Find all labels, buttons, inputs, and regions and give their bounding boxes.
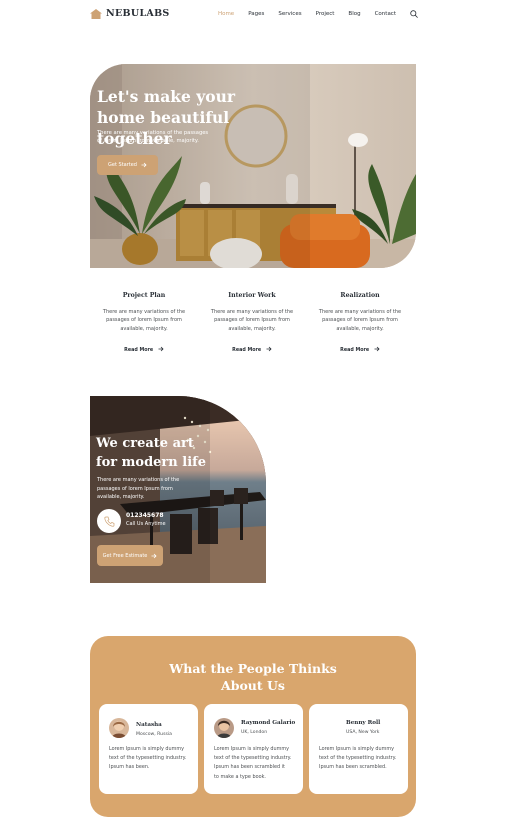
- art-subtitle-line: passages of lorem Ipsum from: [97, 485, 173, 492]
- service-card-realization: Realization There are many variations of…: [306, 292, 414, 353]
- testimonial-location: Moscow, Russia: [136, 732, 172, 737]
- nav-home[interactable]: Home: [218, 11, 234, 17]
- arrow-right-icon: [141, 162, 147, 168]
- service-text-line: There are many variations of the: [210, 309, 294, 315]
- get-free-estimate-button[interactable]: Get Free Estimate: [97, 545, 163, 566]
- service-title: Realization: [340, 292, 380, 299]
- nav-blog[interactable]: Blog: [348, 11, 360, 17]
- hero-title-line1: Let's make your: [97, 87, 236, 106]
- testimonial-text: Lorem Ipsum is simply dummy text of the …: [109, 745, 193, 773]
- phone-button[interactable]: [97, 509, 121, 533]
- read-more-label: Read More: [340, 348, 370, 354]
- hero-subtitle: There are many variations of the passage…: [97, 129, 227, 145]
- art-banner-subtitle: There are many variations of the passage…: [97, 476, 197, 502]
- read-more-link[interactable]: Read More: [306, 346, 414, 353]
- testimonial-location: USA, New York: [346, 730, 380, 735]
- art-subtitle-line: There are many variations of the: [97, 477, 180, 483]
- testimonial-card: Raymond Galario UK, London Lorem Ipsum i…: [204, 704, 303, 794]
- service-text-line: available, majority.: [336, 325, 384, 332]
- get-free-estimate-label: Get Free Estimate: [102, 552, 148, 559]
- testimonial-text-line: Lorem Ipsum is simply dummy: [319, 746, 395, 752]
- arrow-right-icon: [266, 346, 272, 352]
- arrow-right-icon: [158, 346, 164, 352]
- testimonials-title-line1: What the People Thinks: [169, 661, 337, 676]
- testimonial-text-line: Ipsum has been scrambled it: [214, 764, 285, 771]
- art-title-line2: for modern life: [96, 455, 206, 470]
- testimonial-text-line: text of the typesetting industry.: [214, 755, 292, 762]
- avatar: [109, 718, 129, 738]
- hero-banner: Let's make your home beautiful together …: [90, 64, 416, 268]
- testimonial-text-line: text of the typesetting industry.: [319, 755, 397, 762]
- read-more-link[interactable]: Read More: [198, 346, 306, 353]
- testimonial-name: Benny Roll: [346, 720, 381, 726]
- brand-name: NEBULABS: [106, 8, 170, 19]
- services-section: Project Plan There are many variations o…: [90, 292, 418, 353]
- testimonials-title-line2: About Us: [221, 678, 285, 693]
- service-description: There are many variations of the passage…: [198, 308, 306, 333]
- service-text-line: passages of lorem Ipsum from: [106, 317, 182, 324]
- service-text-line: available, majority.: [120, 325, 168, 332]
- service-description: There are many variations of the passage…: [90, 308, 198, 333]
- testimonial-location: UK, London: [241, 730, 268, 735]
- avatar: [214, 718, 234, 738]
- service-description: There are many variations of the passage…: [306, 308, 414, 333]
- search-icon[interactable]: [410, 10, 418, 18]
- service-text-line: There are many variations of the: [102, 309, 186, 315]
- service-title: Project Plan: [122, 292, 166, 299]
- testimonial-text-line: text of the typesetting industry.: [109, 755, 187, 762]
- get-started-button[interactable]: Get Started: [97, 155, 158, 175]
- main-nav: Home Pages Services Project Blog Contact: [218, 10, 418, 18]
- site-header: NEBULABS Home Pages Services Project Blo…: [90, 8, 418, 26]
- read-more-link[interactable]: Read More: [90, 346, 198, 353]
- service-text-line: available, majority.: [228, 325, 276, 332]
- arrow-right-icon: [151, 553, 157, 558]
- house-icon: [90, 8, 102, 19]
- hero-subtitle-line2: of lorem Ipsum fromavailable, majority.: [97, 138, 199, 144]
- phone-number[interactable]: 012345678: [126, 512, 164, 519]
- nav-contact[interactable]: Contact: [375, 11, 396, 17]
- service-card-project-plan: Project Plan There are many variations o…: [90, 292, 198, 353]
- service-text-line: passages of lorem Ipsum from: [322, 317, 398, 324]
- art-banner: We create art for modern life There are …: [90, 396, 266, 583]
- read-more-label: Read More: [232, 348, 262, 354]
- arrow-right-icon: [374, 346, 380, 352]
- art-subtitle-line: available, majority.: [97, 494, 145, 501]
- nav-project[interactable]: Project: [316, 11, 335, 17]
- testimonials-section: What the People Thinks About Us Natasha …: [90, 636, 416, 817]
- read-more-label: Read More: [124, 348, 154, 354]
- service-card-interior-work: Interior Work There are many variations …: [198, 292, 306, 353]
- brand-logo[interactable]: NEBULABS: [90, 8, 170, 19]
- get-started-label: Get Started: [108, 162, 137, 168]
- testimonial-text-line: to make a type book.: [214, 773, 266, 780]
- service-text-line: passages of lorem Ipsum from: [214, 317, 290, 324]
- nav-services[interactable]: Services: [278, 11, 301, 17]
- testimonial-name: Raymond Galario: [241, 720, 296, 726]
- testimonial-card: Benny Roll USA, New York Lorem Ipsum is …: [309, 704, 408, 794]
- testimonials-title: What the People Thinks About Us: [90, 660, 416, 694]
- testimonial-text: Lorem Ipsum is simply dummy text of the …: [319, 745, 403, 773]
- service-title: Interior Work: [228, 292, 276, 299]
- testimonial-text-line: Ipsum has been.: [109, 764, 150, 771]
- testimonial-text-line: Lorem Ipsum is simply dummy: [214, 746, 290, 752]
- testimonial-card: Natasha Moscow, Russia Lorem Ipsum is si…: [99, 704, 198, 794]
- testimonial-text-line: Lorem Ipsum is simply dummy: [109, 746, 185, 752]
- service-text-line: There are many variations of the: [318, 309, 402, 315]
- art-title-line1: We create art: [96, 436, 194, 451]
- phone-icon: [103, 516, 114, 527]
- nav-pages[interactable]: Pages: [248, 11, 264, 17]
- hero-subtitle-line1: There are many variations of the passage…: [97, 130, 209, 136]
- testimonial-text: Lorem Ipsum is simply dummy text of the …: [214, 745, 298, 782]
- phone-label: Call Us Anytime: [126, 521, 166, 527]
- testimonial-name: Natasha: [136, 722, 162, 728]
- art-banner-title: We create art for modern life: [96, 434, 266, 472]
- testimonial-text-line: Ipsum has been scrambled.: [319, 764, 387, 771]
